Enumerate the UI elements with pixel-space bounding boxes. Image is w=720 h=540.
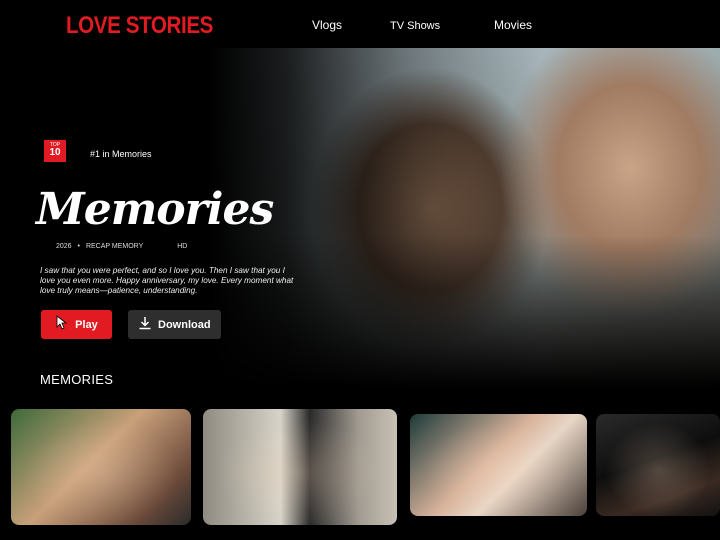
thumbnail-shade bbox=[596, 414, 720, 516]
thumbnail-shade bbox=[410, 414, 587, 516]
top-navigation-bar: LOVE STORIES Vlogs TV Shows Movies bbox=[0, 0, 720, 48]
cursor-hand-icon bbox=[55, 315, 69, 334]
thumbnail-shade bbox=[203, 409, 397, 525]
hero-title: Memories bbox=[36, 184, 274, 235]
top10-badge-number: 10 bbox=[49, 147, 61, 158]
memory-thumbnail-2[interactable] bbox=[203, 409, 397, 525]
meta-bullet: • bbox=[77, 243, 80, 250]
meta-year: 2026 bbox=[56, 243, 72, 250]
nav-vlogs[interactable]: Vlogs bbox=[312, 18, 342, 32]
download-button[interactable]: Download bbox=[128, 310, 221, 339]
hero-description: I saw that you were perfect, and so I lo… bbox=[40, 266, 294, 295]
play-label: Play bbox=[75, 318, 98, 331]
meta-category: RECAP MEMORY bbox=[85, 243, 144, 250]
memory-thumbnail-1[interactable] bbox=[11, 409, 191, 525]
hero-meta: 2026 • RECAP MEMORY HD bbox=[56, 243, 191, 250]
meta-quality: HD bbox=[177, 243, 188, 250]
download-label: Download bbox=[158, 318, 211, 331]
play-button[interactable]: Play bbox=[41, 310, 112, 339]
brand-logo[interactable]: LOVE STORIES bbox=[66, 12, 213, 40]
memories-section-title: MEMORIES bbox=[40, 372, 114, 387]
rank-text: #1 in Memories bbox=[90, 149, 152, 159]
top10-badge: TOP 10 bbox=[44, 140, 66, 162]
hero-gradient-overlay bbox=[210, 48, 720, 388]
hero-banner-image bbox=[210, 48, 720, 388]
memory-thumbnail-4[interactable] bbox=[596, 414, 720, 516]
nav-movies[interactable]: Movies bbox=[494, 18, 532, 32]
thumbnail-shade bbox=[11, 409, 191, 525]
download-icon bbox=[138, 316, 152, 333]
memory-thumbnail-3[interactable] bbox=[410, 414, 587, 516]
nav-tv-shows[interactable]: TV Shows bbox=[390, 20, 440, 32]
